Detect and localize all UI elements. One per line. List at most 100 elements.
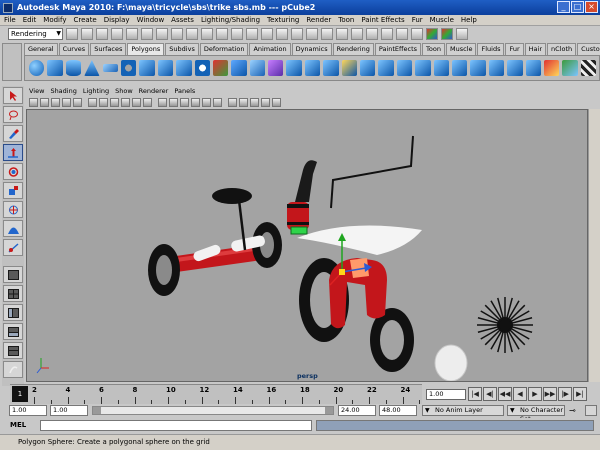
tab-toon[interactable]: Toon [422, 43, 445, 55]
lasso-tool[interactable] [3, 106, 23, 123]
wireframe-icon[interactable] [158, 98, 167, 107]
mask-joint-icon[interactable] [171, 28, 183, 40]
hypershade-icon[interactable] [396, 28, 408, 40]
tab-dynamics[interactable]: Dynamics [291, 43, 332, 55]
merge-icon[interactable] [415, 60, 431, 76]
menu-file[interactable]: File [4, 16, 16, 24]
poly-torus-icon[interactable] [120, 60, 137, 76]
menu-fur[interactable]: Fur [412, 16, 423, 24]
move-tool[interactable] [3, 144, 23, 161]
bevel-icon[interactable] [396, 60, 413, 76]
combine-icon[interactable] [212, 60, 229, 76]
tab-curves[interactable]: Curves [58, 43, 90, 55]
tool-settings-icon[interactable] [456, 28, 468, 40]
tab-animation[interactable]: Animation [249, 43, 291, 55]
poly-soccer-ball-icon[interactable] [194, 60, 210, 76]
safe-action-icon[interactable] [143, 98, 152, 107]
step-back-key-button[interactable]: ◀◀ [498, 387, 512, 401]
poly-cube-icon[interactable] [47, 60, 63, 76]
character-set-dropdown[interactable]: No Character Set [507, 405, 565, 423]
tab-muscle[interactable]: Muscle [445, 43, 477, 55]
four-pane-layout-icon[interactable] [3, 285, 23, 302]
film-gate-icon[interactable] [99, 98, 108, 107]
separate-icon[interactable] [231, 60, 247, 76]
checker-map-icon[interactable] [580, 60, 597, 76]
shelf-menu-toggle[interactable] [2, 43, 22, 81]
mask-surface-icon[interactable] [201, 28, 213, 40]
gate-mask-icon[interactable] [121, 98, 130, 107]
poly-plane-icon[interactable] [102, 64, 118, 72]
menu-set-dropdown[interactable]: Rendering ▼ [8, 28, 63, 40]
universal-manipulator-tool[interactable] [3, 201, 23, 218]
panel-menu-show[interactable]: Show [115, 87, 133, 95]
select-component-icon[interactable] [141, 28, 153, 40]
textured-icon[interactable] [191, 98, 200, 107]
select-hierarchy-icon[interactable] [111, 28, 123, 40]
attribute-editor-icon[interactable] [441, 28, 453, 40]
image-plane-icon[interactable] [62, 98, 71, 107]
tab-rendering[interactable]: Rendering [332, 43, 374, 55]
xray-joints-icon[interactable] [250, 98, 259, 107]
menu-modify[interactable]: Modify [43, 16, 66, 24]
new-scene-icon[interactable] [66, 28, 78, 40]
range-start-handle[interactable] [93, 407, 101, 414]
soft-modification-tool[interactable] [3, 220, 23, 237]
append-polygon-icon[interactable] [323, 60, 339, 76]
soften-edge-icon[interactable] [507, 60, 523, 76]
extrude-icon[interactable] [286, 60, 302, 76]
hardware-texturing-icon[interactable] [261, 98, 270, 107]
menu-display[interactable]: Display [104, 16, 130, 24]
planar-map-icon[interactable] [562, 60, 578, 76]
smooth-icon[interactable] [249, 60, 266, 76]
snap-grid-icon[interactable] [276, 28, 288, 40]
close-button[interactable]: × [585, 1, 598, 13]
quadrangulate-icon[interactable] [470, 60, 486, 76]
menu-paint-effects[interactable]: Paint Effects [361, 16, 404, 24]
render-frame-icon[interactable] [351, 28, 363, 40]
tab-subdivs[interactable]: Subdivs [165, 43, 199, 55]
outliner-icon[interactable] [3, 361, 23, 378]
time-slider[interactable]: 2 4 6 8 10 12 14 16 18 20 22 24 [10, 384, 422, 404]
insert-edge-loop-icon[interactable] [360, 60, 376, 76]
playback-start-field[interactable]: 1.00 [50, 405, 88, 416]
xray-icon[interactable] [239, 98, 248, 107]
menu-toon[interactable]: Toon [338, 16, 354, 24]
minimize-button[interactable]: _ [557, 1, 570, 13]
isolate-select-icon[interactable] [228, 98, 237, 107]
snap-curve-icon[interactable] [291, 28, 303, 40]
menu-texturing[interactable]: Texturing [267, 16, 299, 24]
use-all-lights-icon[interactable] [202, 98, 211, 107]
resolution-gate-icon[interactable] [110, 98, 119, 107]
paint-select-tool[interactable] [3, 125, 23, 142]
step-forward-key-button[interactable]: ▶▶ [543, 387, 557, 401]
tab-deformation[interactable]: Deformation [199, 43, 249, 55]
animation-preferences-icon[interactable] [585, 405, 597, 416]
menu-lighting-shading[interactable]: Lighting/Shading [201, 16, 260, 24]
poly-cylinder-icon[interactable] [65, 60, 82, 76]
harden-edge-icon[interactable] [525, 60, 541, 76]
triangulate-icon[interactable] [451, 60, 468, 76]
play-backwards-button[interactable]: ◀ [513, 387, 527, 401]
panel-menu-renderer[interactable]: Renderer [139, 87, 169, 95]
wireframe-on-shaded-icon[interactable] [180, 98, 189, 107]
snap-point-icon[interactable] [306, 28, 318, 40]
grid-icon[interactable] [88, 98, 97, 107]
mask-handle-icon[interactable] [156, 28, 168, 40]
snap-plane-icon[interactable] [321, 28, 333, 40]
auto-key-icon[interactable]: ⊸ [569, 405, 583, 416]
menu-edit[interactable]: Edit [23, 16, 37, 24]
animation-start-field[interactable]: 1.00 [9, 405, 47, 416]
select-tool[interactable] [3, 87, 23, 104]
mirror-geometry-icon[interactable] [268, 60, 284, 76]
tab-polygons[interactable]: Polygons [127, 43, 165, 55]
step-back-frame-button[interactable]: ◀| [483, 387, 497, 401]
high-quality-icon[interactable] [272, 98, 281, 107]
poly-sphere-icon[interactable] [29, 60, 45, 76]
rotate-tool[interactable] [3, 163, 23, 180]
select-object-icon[interactable] [126, 28, 138, 40]
persp-outliner-layout-icon[interactable] [3, 304, 23, 321]
ipr-render-icon[interactable] [366, 28, 378, 40]
mask-render-icon[interactable] [246, 28, 258, 40]
current-frame-marker[interactable]: 1 [12, 386, 28, 402]
tab-painteffects[interactable]: PaintEffects [374, 43, 422, 55]
